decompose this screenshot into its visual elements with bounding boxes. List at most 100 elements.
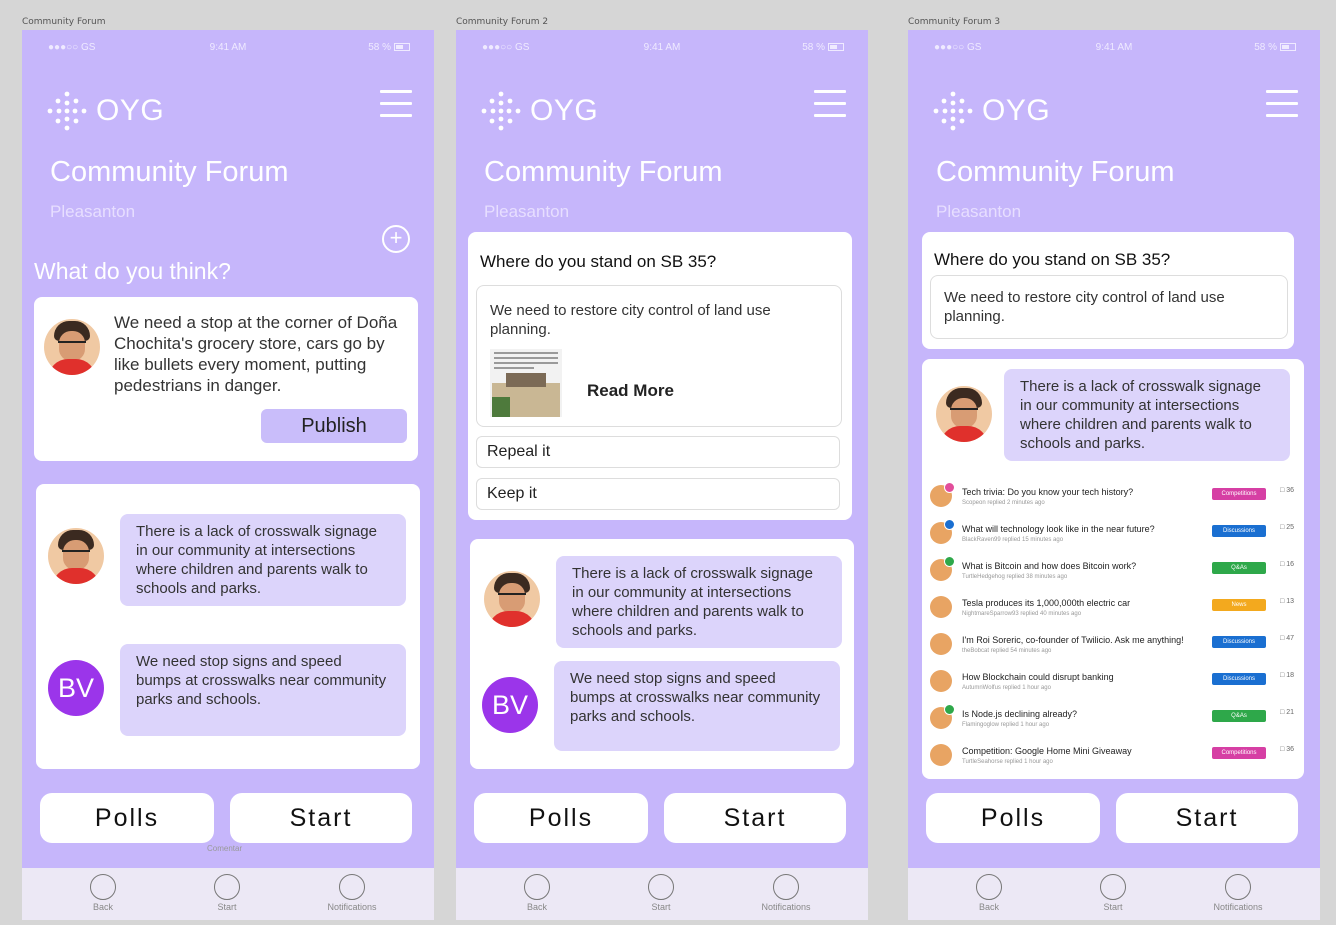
- feed-row[interactable]: Competition: Google Home Mini Giveaway Tu…: [930, 740, 1296, 777]
- reply-count-value: 25: [1286, 524, 1294, 531]
- feed-row[interactable]: What is Bitcoin and how does Bitcoin wor…: [930, 555, 1296, 592]
- comments-card: There is a lack of crosswalk signage in …: [36, 484, 420, 769]
- category-badge[interactable]: News: [1212, 599, 1266, 611]
- reply-count: □ 36: [1280, 746, 1294, 753]
- reply-count-value: 36: [1286, 487, 1294, 494]
- tab-back[interactable]: Back: [949, 874, 1029, 912]
- polls-button[interactable]: Polls: [926, 793, 1100, 843]
- discussion-card: There is a lack of crosswalk signage in …: [922, 359, 1304, 779]
- topic-meta: BlackRaven99 replied 15 minutes ago: [962, 537, 1064, 543]
- battery-icon: [828, 43, 844, 52]
- feed-row[interactable]: What will technology look like in the ne…: [930, 518, 1296, 555]
- publish-button[interactable]: Publish: [261, 409, 407, 443]
- page-title: Community Forum: [484, 156, 723, 188]
- notifications-icon: [1225, 874, 1251, 900]
- topic-author-avatar: [930, 744, 952, 766]
- tab-start[interactable]: Start: [1073, 874, 1153, 912]
- feed-row[interactable]: How Blockchain could disrupt banking Autu…: [930, 666, 1296, 703]
- comment-bubble: There is a lack of crosswalk signage in …: [556, 556, 842, 648]
- poll-question: Where do you stand on SB 35?: [480, 252, 717, 271]
- tab-notifications[interactable]: Notifications: [312, 874, 392, 912]
- tab-back[interactable]: Back: [63, 874, 143, 912]
- category-badge[interactable]: Discussions: [1212, 673, 1266, 685]
- location-label: Pleasanton: [936, 202, 1022, 221]
- battery-icon: [394, 43, 410, 52]
- category-badge[interactable]: Discussions: [1212, 636, 1266, 648]
- feed-row[interactable]: I'm Roi Soreric, co-founder of Twilicio.…: [930, 629, 1296, 666]
- topic-title[interactable]: Tech trivia: Do you know your tech histo…: [962, 487, 1133, 497]
- location-label: Pleasanton: [50, 202, 136, 221]
- comment-bubble: There is a lack of crosswalk signage in …: [120, 514, 406, 606]
- category-badge[interactable]: Competitions: [1212, 747, 1266, 759]
- reply-count: □ 47: [1280, 635, 1294, 642]
- feed-row[interactable]: Is Node.js declining already? Flamingoglo…: [930, 703, 1296, 740]
- tab-notifications[interactable]: Notifications: [1198, 874, 1278, 912]
- battery-percent: 58 %: [1254, 42, 1277, 53]
- read-more-link[interactable]: Read More: [587, 381, 674, 401]
- app-logo[interactable]: OYG: [478, 88, 598, 134]
- article-thumbnail[interactable]: [490, 349, 562, 417]
- app-logo[interactable]: OYG: [44, 88, 164, 134]
- tab-bar: Back Start Notifications: [456, 868, 868, 920]
- tab-back[interactable]: Back: [497, 874, 577, 912]
- status-dot: [944, 704, 955, 715]
- topic-title[interactable]: What will technology look like in the ne…: [962, 524, 1155, 534]
- start-button[interactable]: Start: [664, 793, 846, 843]
- topic-author-avatar: [930, 519, 955, 544]
- poll-statement-box: We need to restore city control of land …: [476, 285, 842, 427]
- start-icon: [214, 874, 240, 900]
- reply-count-value: 47: [1286, 635, 1294, 642]
- status-dot: [944, 556, 955, 567]
- app-logo[interactable]: OYG: [930, 88, 1050, 134]
- topic-meta: NightmareSparrow93 replied 40 minutes ag…: [962, 611, 1082, 617]
- reply-count-value: 36: [1286, 746, 1294, 753]
- tab-start[interactable]: Start: [621, 874, 701, 912]
- menu-icon[interactable]: [1266, 90, 1298, 118]
- add-post-icon[interactable]: +: [382, 225, 410, 253]
- draft-text[interactable]: We need a stop at the corner of Doña Cho…: [114, 312, 410, 396]
- feed-row[interactable]: Tech trivia: Do you know your tech histo…: [930, 481, 1296, 518]
- poll-question: Where do you stand on SB 35?: [934, 250, 1171, 269]
- poll-option-repeal[interactable]: Repeal it: [476, 436, 840, 468]
- tab-start[interactable]: Start: [187, 874, 267, 912]
- comment-bubble: We need stop signs and speed bumps at cr…: [120, 644, 406, 736]
- comment-bubble: There is a lack of crosswalk signage in …: [1004, 369, 1290, 461]
- topic-meta: Scopeon replied 2 minutes ago: [962, 500, 1045, 506]
- menu-icon[interactable]: [814, 90, 846, 118]
- frame-label: Community Forum: [22, 17, 106, 27]
- logo-text: OYG: [530, 94, 599, 127]
- logo-icon: [933, 91, 973, 131]
- poll-option-keep[interactable]: Keep it: [476, 478, 840, 510]
- battery-indicator: 58 %: [368, 42, 410, 53]
- reply-count: □ 13: [1280, 598, 1294, 605]
- feed-row[interactable]: Tesla produces its 1,000,000th electric …: [930, 592, 1296, 629]
- menu-icon[interactable]: [380, 90, 412, 118]
- start-button[interactable]: Start: [1116, 793, 1298, 843]
- polls-button[interactable]: Polls: [474, 793, 648, 843]
- page-title: Community Forum: [936, 156, 1175, 188]
- topic-title[interactable]: Competition: Google Home Mini Giveaway: [962, 746, 1132, 756]
- poll-statement-box: We need to restore city control of land …: [930, 275, 1288, 339]
- battery-indicator: 58 %: [1254, 42, 1296, 53]
- start-button[interactable]: Start: [230, 793, 412, 843]
- tab-bar: Back Start Notifications: [908, 868, 1320, 920]
- polls-button[interactable]: Polls: [40, 793, 214, 843]
- topic-author-avatar: [930, 633, 952, 655]
- page-title: Community Forum: [50, 156, 289, 188]
- category-badge[interactable]: Q&As: [1212, 710, 1266, 722]
- category-badge[interactable]: Competitions: [1212, 488, 1266, 500]
- category-badge[interactable]: Q&As: [1212, 562, 1266, 574]
- topic-title[interactable]: Tesla produces its 1,000,000th electric …: [962, 598, 1130, 608]
- topic-title[interactable]: What is Bitcoin and how does Bitcoin wor…: [962, 561, 1136, 571]
- topic-title[interactable]: Is Node.js declining already?: [962, 709, 1077, 719]
- notifications-icon: [339, 874, 365, 900]
- tab-notifications[interactable]: Notifications: [746, 874, 826, 912]
- topic-author-avatar: [930, 482, 955, 507]
- topic-title[interactable]: How Blockchain could disrupt banking: [962, 672, 1114, 682]
- commenter-avatar-bv: BV: [48, 660, 104, 716]
- category-badge[interactable]: Discussions: [1212, 525, 1266, 537]
- battery-percent: 58 %: [802, 42, 825, 53]
- topic-title[interactable]: I'm Roi Soreric, co-founder of Twilicio.…: [962, 635, 1184, 645]
- tab-label: Notifications: [1213, 902, 1263, 912]
- back-icon: [976, 874, 1002, 900]
